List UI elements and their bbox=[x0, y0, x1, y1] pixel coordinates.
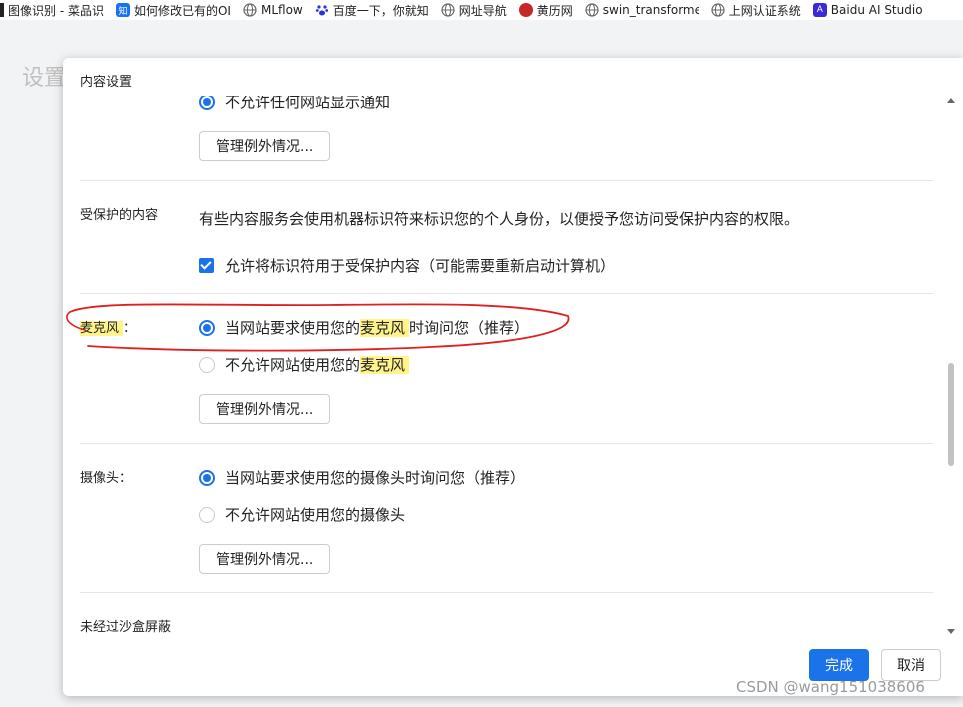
radio-button[interactable] bbox=[199, 469, 215, 486]
radio-button[interactable] bbox=[199, 506, 215, 523]
globe-icon bbox=[243, 3, 257, 17]
microphone-label-highlight: 麦克风 bbox=[80, 321, 124, 336]
bookmark-item[interactable]: 网址导航 bbox=[441, 2, 507, 19]
zhihu-icon: 知 bbox=[115, 3, 130, 17]
bookmark-item[interactable]: 百度一下，你就知 bbox=[315, 2, 429, 19]
divider bbox=[80, 293, 933, 294]
camera-label: 摄像头： bbox=[80, 471, 133, 486]
bookmark-label: 百度一下，你就知 bbox=[332, 3, 429, 18]
option-label: 不允许网站使用您的麦克风 bbox=[225, 354, 410, 375]
bookmark-item[interactable]: 黄历网 bbox=[518, 2, 573, 19]
yinyang-icon bbox=[518, 3, 533, 17]
bookmark-item[interactable]: A Baidu AI Studio bbox=[812, 3, 923, 17]
globe-icon bbox=[585, 3, 599, 17]
protected-content-label: 受保护的内容 bbox=[80, 208, 159, 223]
microphone-ask-option[interactable]: 当网站要求使用您的麦克风 时询问您（推荐） bbox=[199, 317, 529, 338]
option-text: 时询问您（推荐） bbox=[409, 319, 530, 337]
watermark: CSDN @wang151038606 bbox=[736, 678, 925, 696]
checkbox-label: 允许将标识符用于受保护内容（可能需要重新启动计算机） bbox=[225, 257, 616, 275]
bookmark-item[interactable]: swin_transformer bbox=[585, 3, 699, 17]
search-highlight: 麦克风 bbox=[360, 356, 410, 374]
option-label: 当网站要求使用您的麦克风 时询问您（推荐） bbox=[225, 317, 529, 338]
protected-content-checkbox-row[interactable]: 允许将标识符用于受保护内容（可能需要重新启动计算机） bbox=[199, 255, 615, 276]
microphone-manage-exceptions-button[interactable]: 管理例外情况... bbox=[199, 394, 331, 424]
checkbox-checked[interactable] bbox=[199, 258, 214, 273]
bookmark-label: 图像识别 - 菜品识 bbox=[8, 3, 104, 18]
option-label: 当网站要求使用您的摄像头时询问您（推荐） bbox=[225, 469, 526, 487]
dialog-title: 内容设置 bbox=[80, 75, 133, 90]
content-settings-dialog: 不允许任何网站显示通知 管理例外情况... 受保护的内容 有些内容服务会使用机器… bbox=[63, 58, 963, 696]
dialog-scroll-content[interactable]: 不允许任何网站显示通知 管理例外情况... 受保护的内容 有些内容服务会使用机器… bbox=[63, 58, 943, 638]
cancel-button[interactable]: 取消 bbox=[881, 649, 941, 681]
scroll-down-arrow-icon[interactable] bbox=[947, 629, 955, 634]
option-text: 当网站要求使用您的 bbox=[225, 319, 361, 337]
bookmark-label: 如何修改已有的OI bbox=[133, 3, 231, 18]
bookmark-label: MLflow bbox=[260, 3, 303, 17]
unsandboxed-label: 未经过沙盒屏蔽 bbox=[80, 620, 172, 635]
bookmark-label: 上网认证系统 bbox=[728, 3, 801, 18]
bookmark-label: 黄历网 bbox=[536, 3, 573, 18]
radio-button[interactable] bbox=[199, 319, 215, 336]
microphone-label: 麦克风： bbox=[80, 317, 136, 336]
camera-manage-exceptions-button[interactable]: 管理例外情况... bbox=[199, 544, 331, 574]
bookmark-item[interactable]: 上网认证系统 bbox=[711, 2, 801, 19]
option-text: 不允许网站使用您的 bbox=[225, 356, 361, 374]
camera-ask-option[interactable]: 当网站要求使用您的摄像头时询问您（推荐） bbox=[199, 467, 525, 488]
divider bbox=[80, 592, 933, 593]
microphone-block-option[interactable]: 不允许网站使用您的麦克风 bbox=[199, 354, 410, 375]
globe-icon bbox=[711, 3, 725, 17]
bookmark-label: Baidu AI Studio bbox=[830, 3, 923, 17]
scrollbar-thumb[interactable] bbox=[948, 363, 954, 466]
divider bbox=[80, 443, 933, 444]
camera-block-option[interactable]: 不允许网站使用您的摄像头 bbox=[199, 504, 405, 525]
bookmark-label: swin_transformer bbox=[602, 3, 699, 17]
done-button[interactable]: 完成 bbox=[809, 649, 869, 681]
page-title: 设置 bbox=[22, 66, 67, 91]
bookmark-label: 网址导航 bbox=[458, 3, 507, 18]
scroll-up-arrow-icon[interactable] bbox=[947, 98, 955, 103]
bookmark-item[interactable]: 图像识别 - 菜品识 bbox=[0, 2, 104, 19]
search-highlight: 麦克风 bbox=[360, 319, 410, 337]
option-label: 不允许网站使用您的摄像头 bbox=[225, 506, 406, 524]
bookmark-icon bbox=[0, 3, 4, 17]
bookmark-item[interactable]: MLflow bbox=[243, 3, 303, 17]
divider bbox=[80, 180, 933, 181]
radio-button[interactable] bbox=[199, 356, 215, 373]
protected-content-description: 有些内容服务会使用机器标识符来标识您的个人身份，以便授予您访问受保护内容的权限。 bbox=[199, 210, 800, 228]
globe-icon bbox=[441, 3, 455, 17]
bookmarks-bar: 图像识别 - 菜品识 知 如何修改已有的OI MLflow 百度一下，你就知 网… bbox=[0, 0, 963, 20]
bookmark-item[interactable]: 知 如何修改已有的OI bbox=[115, 2, 231, 19]
notifications-manage-exceptions-button[interactable]: 管理例外情况... bbox=[199, 131, 331, 161]
dialog-title-bar: 内容设置 bbox=[63, 58, 943, 96]
label-suffix: ： bbox=[123, 321, 137, 336]
ai-studio-icon: A bbox=[812, 3, 827, 17]
baidu-paw-icon bbox=[315, 3, 329, 17]
